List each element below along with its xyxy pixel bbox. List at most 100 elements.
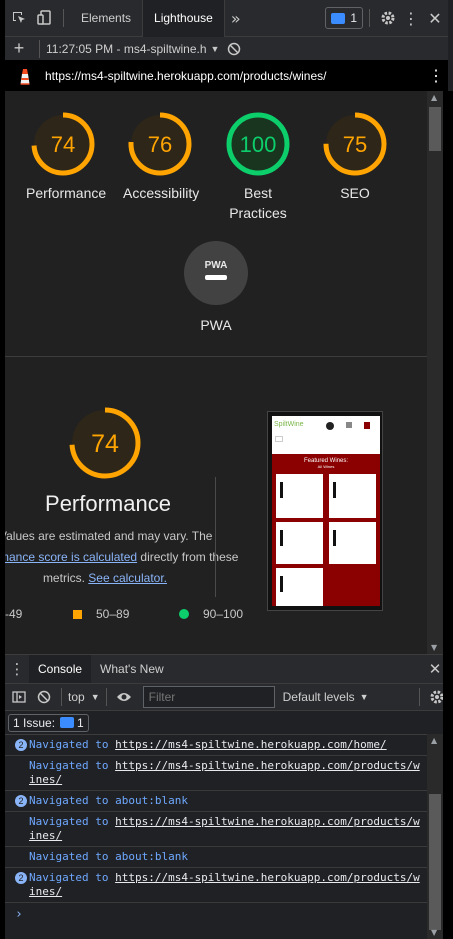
pwa-gauge[interactable]: PWA PWA (174, 241, 258, 335)
thumb-menu-icon (275, 436, 283, 442)
pwa-badge: PWA (184, 241, 248, 305)
performance-desc-line2: directly from these (137, 550, 239, 564)
tab-whats-new[interactable]: What's New (91, 655, 173, 683)
console-message: Navigated to about:blank (5, 847, 427, 868)
thumb-card (276, 568, 323, 606)
close-icon[interactable]: ✕ (422, 9, 448, 28)
devtools-window: Elements Lighthouse » 1 ⋮ ✕ + 11:27:05 P… (0, 0, 453, 939)
score-legend: -49 50–89 90–100 (5, 605, 265, 621)
thumb-bag-icon (364, 422, 370, 429)
dropdown-icon: ▼ (90, 692, 100, 702)
legend-pass-circle (179, 609, 189, 619)
scroll-up-icon[interactable]: ▲ (431, 736, 437, 745)
console-scroll-thumb[interactable] (429, 794, 441, 930)
issues-count: 1 (350, 11, 357, 25)
right-edge (443, 654, 453, 939)
performance-big-gauge[interactable]: 74 (68, 406, 142, 480)
separator (63, 9, 64, 27)
score-calculated-link[interactable]: mance score is calculated (5, 550, 137, 564)
score-gauge[interactable]: 76 Accessibility (115, 111, 205, 203)
kebab-menu-icon[interactable]: ⋮ (400, 9, 422, 28)
filter-input[interactable] (142, 686, 275, 708)
more-tabs-icon[interactable]: » (225, 9, 247, 28)
levels-value: Default levels (282, 690, 355, 704)
legend-fail: -49 (5, 607, 23, 621)
thumb-brand: SpiltWine (274, 421, 304, 428)
report-url[interactable]: https://ms4-spiltwine.herokuapp.com/prod… (45, 69, 326, 83)
drawer-menu-icon[interactable]: ⋮ (5, 660, 29, 678)
issues-counter[interactable]: 1 (325, 7, 363, 29)
performance-description: Values are estimated and may vary. The m… (5, 526, 238, 589)
gear-icon[interactable] (376, 10, 400, 26)
report-menu-icon[interactable]: ⋮ (424, 66, 448, 86)
console-message: 2 Navigated to about:blank (5, 791, 427, 812)
report-select[interactable]: 11:27:05 PM - ms4-spiltwine.h ▼ (46, 42, 219, 56)
message-text: Navigated to (29, 815, 116, 828)
message-text: Navigated to about:blank (29, 850, 188, 863)
thumb-card (329, 474, 376, 518)
score-label: SEO (340, 185, 370, 201)
sidebar-toggle-icon[interactable] (5, 691, 33, 703)
score-gauge[interactable]: 75 SEO (310, 111, 400, 203)
inspect-icon[interactable] (5, 10, 33, 26)
performance-desc-line3: metrics. (42, 571, 85, 585)
report-scrollbar[interactable]: ▲ ▼ (427, 91, 443, 654)
message-link[interactable]: https://ms4-spiltwine.herokuapp.com/home… (115, 738, 387, 751)
thumb-card (329, 522, 376, 564)
message-text: Navigated to (29, 871, 116, 884)
score-label: Performance (26, 185, 107, 201)
score-value: 75 (343, 132, 367, 157)
scroll-down-icon[interactable]: ▼ (431, 643, 437, 652)
issues-row: 1 Issue: 1 (5, 710, 448, 734)
tab-elements[interactable]: Elements (70, 0, 142, 37)
new-report-icon[interactable]: + (5, 38, 33, 59)
issues-button[interactable]: 1 Issue: 1 (8, 713, 89, 732)
pwa-label: PWA (200, 317, 232, 333)
scroll-up-icon[interactable]: ▲ (431, 93, 437, 102)
score-label: Best Practices (229, 185, 287, 221)
vertical-divider (215, 477, 216, 597)
thumb-card (276, 474, 323, 518)
score-value: 74 (51, 132, 75, 157)
thumb-sub: All Wines (317, 464, 335, 469)
section-divider (5, 356, 427, 357)
see-calculator-link[interactable]: See calculator. (88, 571, 167, 585)
scroll-down-icon[interactable]: ▼ (431, 928, 437, 937)
score-gauge[interactable]: 100 Best Practices (213, 111, 303, 223)
thumb-search-icon (346, 422, 352, 428)
console-message: Navigated to https://ms4-spiltwine.herok… (5, 756, 427, 791)
device-toggle-icon[interactable] (33, 10, 57, 26)
message-text: Navigated to (29, 759, 116, 772)
tab-lighthouse[interactable]: Lighthouse (142, 0, 225, 37)
separator (105, 688, 107, 706)
console-toolbar: top ▼ Default levels ▼ (5, 684, 448, 710)
console-message: 2 Navigated to https://ms4-spiltwine.hero… (5, 735, 427, 756)
legend-pass: 90–100 (203, 607, 244, 621)
separator (419, 688, 420, 706)
console-prompt[interactable]: › (5, 903, 427, 922)
lighthouse-report: 74 Performance 76 Accessibility 100 Best Prac… (5, 91, 427, 654)
context-value: top (68, 690, 85, 704)
report-time: 11:27:05 PM - ms4-spiltwine.h (46, 41, 207, 56)
eye-icon[interactable] (113, 691, 135, 703)
score-gauge[interactable]: 74 Performance (18, 111, 108, 203)
console-scrollbar[interactable]: ▲ ▼ (427, 734, 443, 939)
devtools-tabbar: Elements Lighthouse » 1 ⋮ ✕ (5, 0, 448, 37)
clear-reports-icon[interactable] (219, 42, 249, 56)
repeat-count-badge: 2 (15, 795, 27, 807)
score-value: 76 (148, 132, 172, 157)
thumb-account-icon (326, 422, 334, 430)
report-scroll-thumb[interactable] (429, 107, 441, 151)
thumb-featured: Featured Wines: All Wines (272, 454, 380, 606)
score-value: 100 (240, 132, 277, 157)
message-text: Navigated to about:blank (29, 794, 188, 807)
performance-desc-line1: Values are estimated and may vary. The (5, 529, 213, 543)
tab-console[interactable]: Console (29, 655, 92, 683)
levels-select[interactable]: Default levels ▼ (283, 690, 369, 704)
thumb-card (276, 522, 323, 564)
context-select[interactable]: top ▼ (68, 690, 100, 704)
drawer-tabbar: ⋮ Console What's New ✕ (5, 654, 448, 684)
performance-title: Performance (45, 491, 171, 516)
report-bar: + 11:27:05 PM - ms4-spiltwine.h ▼ (5, 37, 448, 60)
clear-console-icon[interactable] (33, 690, 55, 704)
